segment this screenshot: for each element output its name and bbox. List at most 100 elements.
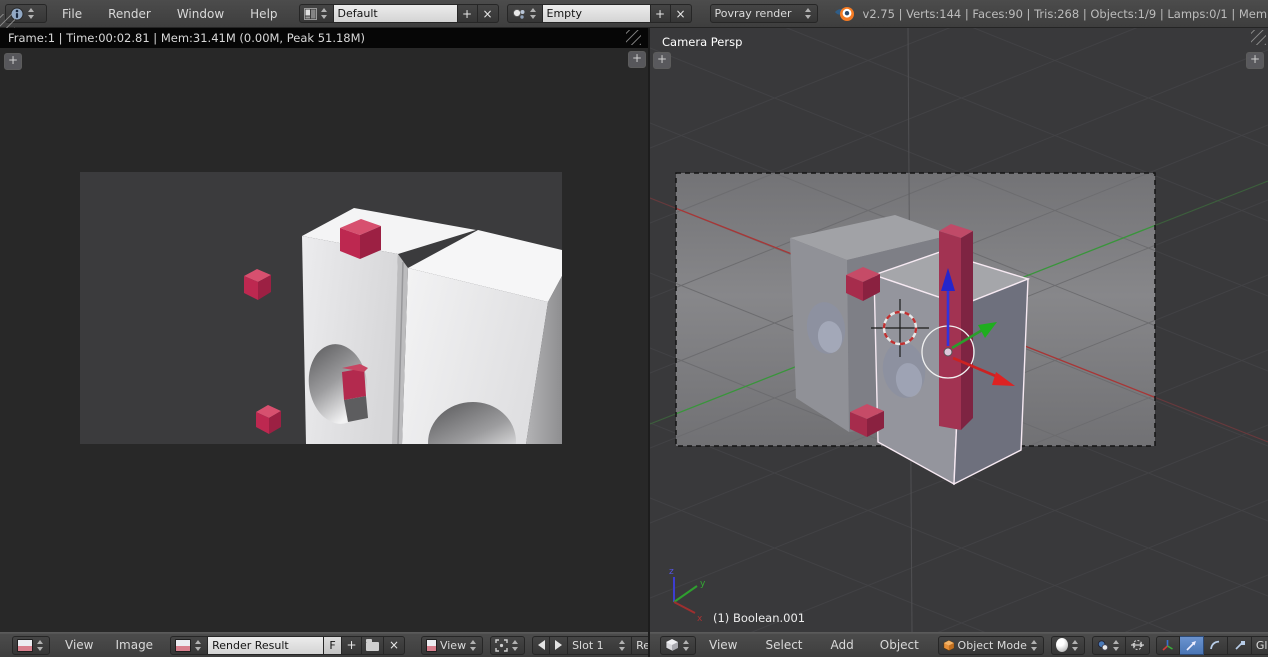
menu-help[interactable]: Help [241, 7, 286, 21]
shading-sphere-icon [1056, 638, 1068, 652]
rotate-manipulator-button[interactable] [1204, 636, 1228, 655]
slot-select[interactable]: Slot 1 [568, 636, 632, 655]
editor-type-selector[interactable] [660, 636, 696, 655]
fake-user-button[interactable]: F [324, 636, 342, 655]
pivot-group [1092, 636, 1150, 655]
chevron-updown-icon [1112, 638, 1121, 653]
chevron-updown-icon [804, 6, 813, 21]
menu-add[interactable]: Add [822, 638, 863, 652]
add-scene-button[interactable]: + [651, 4, 671, 23]
scene-statistics: v2.75 | Verts:144 | Faces:90 | Tris:268 … [863, 7, 1268, 21]
chevron-updown-icon [36, 638, 45, 653]
render-border-icon [495, 639, 508, 652]
menu-object[interactable]: Object [871, 638, 928, 652]
image-editor-header: View Image Render Result F + × View [0, 632, 648, 657]
menu-render[interactable]: Render [99, 7, 160, 21]
next-slot-button[interactable] [550, 636, 568, 655]
expand-region-button[interactable]: + [4, 53, 22, 70]
display-mode-select[interactable]: View [421, 636, 483, 655]
chevron-updown-icon [529, 6, 538, 21]
expand-region-button[interactable]: + [628, 51, 646, 68]
scale-icon [1233, 639, 1246, 652]
chevron-updown-icon [194, 638, 203, 653]
delete-screen-layout-button[interactable]: × [478, 4, 499, 23]
scene-browse-button[interactable] [507, 4, 543, 23]
editor-type-selector[interactable] [12, 636, 50, 655]
object-mode-icon [943, 639, 955, 652]
chevron-updown-icon [320, 6, 329, 21]
translate-manipulator-button[interactable] [1180, 636, 1204, 655]
transform-orientation-select[interactable]: Global [1252, 636, 1268, 655]
menu-image[interactable]: Image [106, 638, 162, 652]
screen-layout-browse-button[interactable] [299, 4, 334, 23]
image-name-field[interactable]: Render Result [208, 636, 324, 655]
unlink-image-button[interactable]: × [384, 636, 405, 655]
image-editor-icon [17, 639, 33, 652]
rendered-slab-right [402, 230, 562, 444]
scale-manipulator-button[interactable] [1228, 636, 1252, 655]
render-engine-select[interactable]: Povray render [710, 4, 818, 23]
menu-select[interactable]: Select [756, 638, 811, 652]
gizmo-y-label: y [700, 579, 706, 589]
image-browse-button[interactable] [170, 636, 208, 655]
scene-group: Empty + × [507, 4, 692, 23]
area-split-divider[interactable] [648, 28, 650, 657]
image-datablock-group: Render Result F + × [170, 636, 405, 655]
image-icon [426, 639, 437, 652]
area-corner-handle[interactable] [0, 14, 15, 29]
screen-layout-group: Default + × [299, 4, 499, 23]
folder-icon [366, 642, 379, 651]
viewport-header: View Select Add Object Object Mode [648, 632, 1268, 657]
new-image-button[interactable]: + [342, 636, 362, 655]
gizmo-z-label: z [669, 567, 674, 577]
proportional-edit-icon [1130, 639, 1145, 651]
image-editor-canvas[interactable]: + + [0, 48, 648, 632]
axis-tripod-icon [1161, 639, 1174, 652]
image-icon [175, 639, 191, 652]
pivot-icon [1097, 639, 1109, 652]
screen-layout-name-field[interactable]: Default [334, 4, 458, 23]
area-corner-handle[interactable] [626, 30, 641, 45]
previous-slot-button[interactable] [532, 636, 550, 655]
viewport-shading-select[interactable] [1051, 636, 1085, 655]
manipulator-toggle-button[interactable] [1156, 636, 1180, 655]
delete-scene-button[interactable]: × [671, 4, 692, 23]
chevron-updown-icon [682, 638, 691, 653]
pivot-display-select[interactable] [490, 636, 525, 655]
render-info-bar: Frame:1 | Time:00:02.81 | Mem:31.41M (0.… [0, 28, 648, 48]
expand-region-button[interactable]: + [653, 52, 671, 69]
manipulator-group: Global [1156, 636, 1268, 655]
open-image-button[interactable] [362, 636, 384, 655]
proportional-edit-button[interactable] [1126, 636, 1150, 655]
area-corner-handle[interactable] [1251, 30, 1266, 45]
arrow-left-icon [538, 640, 545, 650]
chevron-updown-icon [1030, 638, 1039, 653]
chevron-updown-icon [469, 638, 478, 653]
pivot-point-select[interactable] [1092, 636, 1126, 655]
chevron-updown-icon [27, 6, 36, 21]
viewport-3d[interactable]: Camera Persp z y x (1) Boolean.001 + + [650, 28, 1268, 632]
translate-icon [1185, 639, 1198, 652]
menu-view[interactable]: View [56, 638, 102, 652]
render-result-image [80, 172, 562, 444]
menu-file[interactable]: File [53, 7, 91, 21]
chevron-updown-icon [511, 638, 520, 653]
mode-select[interactable]: Object Mode [938, 636, 1044, 655]
rotate-icon [1209, 639, 1222, 652]
expand-region-button[interactable]: + [1246, 52, 1264, 69]
menu-view[interactable]: View [700, 638, 746, 652]
info-header: File Render Window Help Default + × [0, 0, 1268, 28]
viewport-editor-icon [665, 638, 679, 652]
scene-name-field[interactable]: Empty [543, 4, 651, 23]
chevron-updown-icon [1071, 638, 1080, 653]
layout-icon [304, 8, 317, 20]
chevron-updown-icon [618, 638, 627, 653]
blender-window: File Render Window Help Default + × [0, 0, 1268, 657]
scene-icon [512, 8, 526, 20]
add-screen-layout-button[interactable]: + [458, 4, 478, 23]
viewport-scene: Camera Persp z y x (1) Boolean.001 [650, 28, 1268, 632]
menu-window[interactable]: Window [168, 7, 233, 21]
active-object-label: (1) Boolean.001 [713, 611, 805, 625]
gizmo-x-label: x [697, 614, 703, 624]
view-name-label: Camera Persp [662, 35, 742, 49]
